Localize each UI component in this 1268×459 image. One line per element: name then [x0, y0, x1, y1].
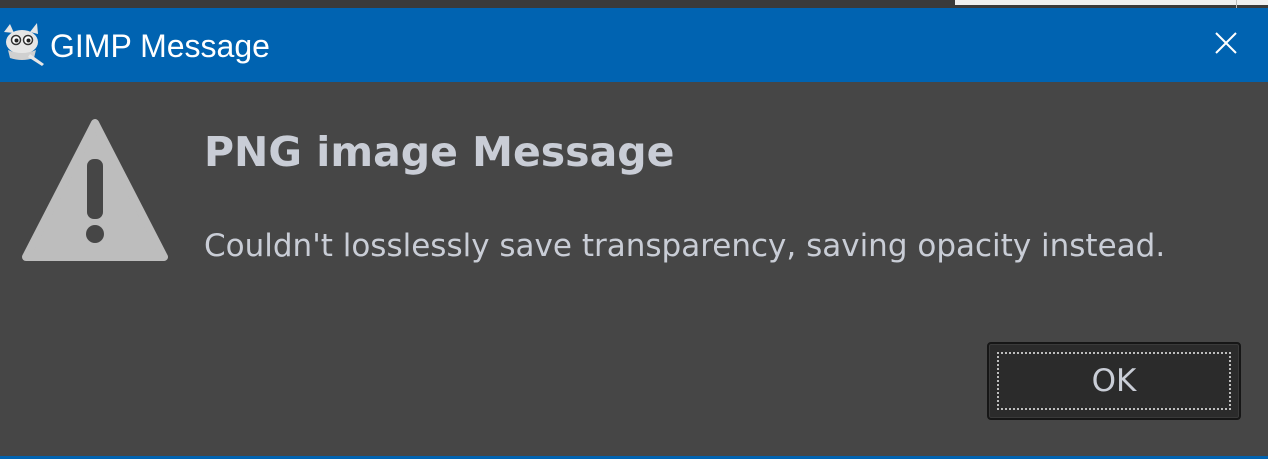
- gimp-wilber-icon: [0, 20, 46, 66]
- window-title: GIMP Message: [50, 28, 270, 64]
- ok-button[interactable]: OK: [987, 342, 1241, 420]
- ok-button-label: OK: [1091, 363, 1137, 399]
- message-heading: PNG image Message: [204, 128, 675, 176]
- dialog-body: PNG image Message Couldn't losslessly sa…: [0, 82, 1268, 459]
- window-titlebar[interactable]: GIMP Message: [0, 8, 1268, 82]
- message-text: Couldn't losslessly save transparency, s…: [204, 228, 1166, 264]
- warning-icon: [22, 117, 168, 265]
- background-window-area: [955, 0, 1268, 5]
- close-icon: [1215, 31, 1237, 59]
- close-button[interactable]: [1192, 8, 1260, 82]
- background-window-strip: [0, 0, 1268, 8]
- background-window-edge: [1236, 0, 1237, 8]
